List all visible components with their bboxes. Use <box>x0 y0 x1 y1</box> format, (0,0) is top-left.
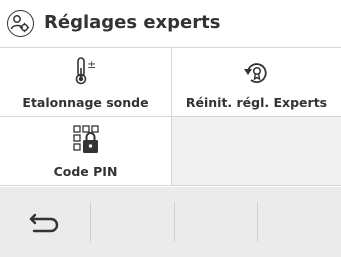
footer-bar <box>0 187 341 257</box>
svg-text:±: ± <box>87 58 96 71</box>
page-title: Réglages experts <box>44 12 221 33</box>
tile-empty <box>172 117 341 186</box>
tile-label: Code PIN <box>53 164 118 179</box>
footer-slot-4 <box>258 187 341 257</box>
tile-reset-expert-settings[interactable]: Réinit. régl. Experts <box>172 48 341 117</box>
thermometer-plus-minus-icon: ± <box>75 57 96 85</box>
header-bar: Réglages experts <box>0 0 341 48</box>
screen: Réglages experts ± Etalonnage sonde Réin… <box>0 0 341 257</box>
tile-label: Réinit. régl. Experts <box>185 95 328 110</box>
reset-expert-icon <box>243 63 267 83</box>
tile-probe-calibration[interactable]: ± Etalonnage sonde <box>0 48 172 117</box>
expert-settings-icon <box>7 10 34 37</box>
tile-label: Etalonnage sonde <box>22 95 149 110</box>
menu-grid: ± Etalonnage sonde Réinit. régl. Experts <box>0 48 341 186</box>
back-arrow-icon <box>29 213 59 233</box>
footer-slot-2 <box>91 187 174 257</box>
back-button[interactable] <box>0 187 90 257</box>
pin-lock-icon <box>72 125 99 153</box>
footer-slot-3 <box>175 187 257 257</box>
tile-pin-code[interactable]: Code PIN <box>0 117 172 186</box>
